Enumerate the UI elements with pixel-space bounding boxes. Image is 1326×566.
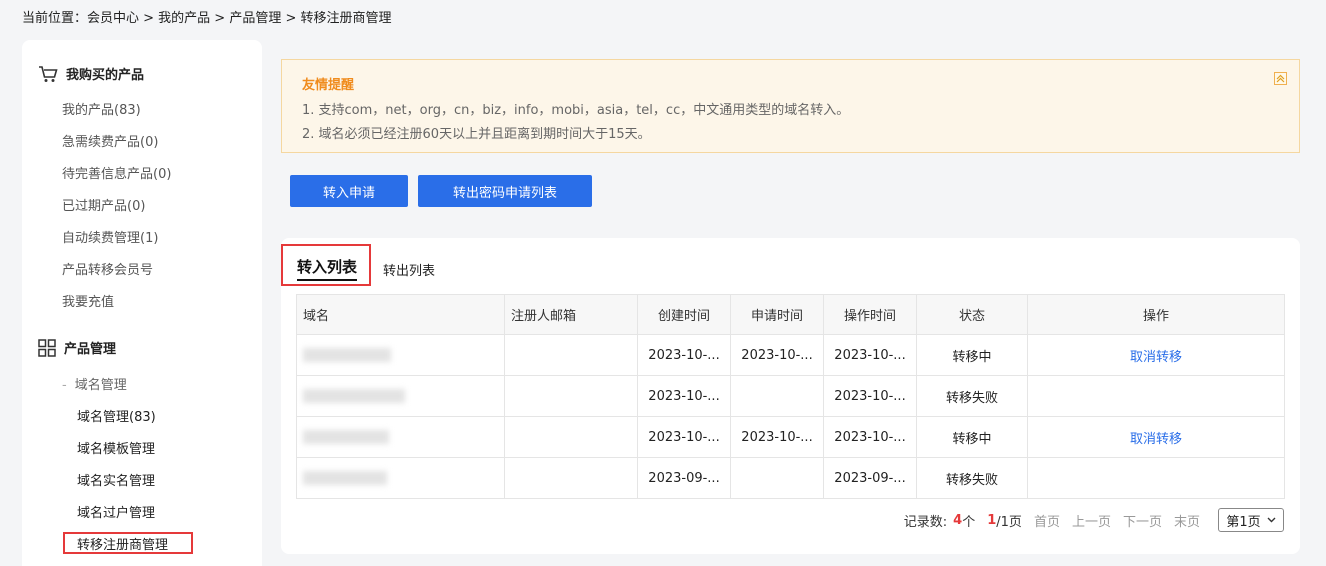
action-cell bbox=[1027, 375, 1285, 417]
notice-line: 2. 域名必须已经注册60天以上并且距离到期时间大于15天。 bbox=[302, 127, 651, 142]
created-cell: 2023-10-... bbox=[637, 416, 731, 458]
tab-transfer-out-list[interactable]: 转出列表 bbox=[383, 260, 435, 279]
col-status: 状态 bbox=[916, 294, 1028, 335]
sidebar-group-product-management: 产品管理 bbox=[38, 338, 116, 357]
table-header-row: 域名 注册人邮箱 创建时间 申请时间 操作时间 状态 操作 bbox=[296, 294, 1285, 335]
table-row: 2023-10-... 2023-10-... 2023-10-... 转移中 … bbox=[296, 334, 1285, 376]
operated-cell: 2023-09-... bbox=[823, 457, 917, 499]
action-cell: 取消转移 bbox=[1027, 334, 1285, 376]
table-row: 2023-09-... 2023-09-... 转移失败 bbox=[296, 457, 1285, 499]
cart-icon bbox=[38, 65, 58, 83]
page-select[interactable]: 第1页 bbox=[1218, 508, 1284, 532]
sidebar-item-expired[interactable]: 已过期产品(0) bbox=[62, 195, 145, 214]
transfer-in-button[interactable]: 转入申请 bbox=[290, 175, 408, 207]
applied-cell bbox=[730, 457, 824, 499]
transfer-table: 域名 注册人邮箱 创建时间 申请时间 操作时间 状态 操作 2023-10-..… bbox=[296, 294, 1285, 499]
sidebar-group-title: 我购买的产品 bbox=[66, 68, 145, 83]
col-operated: 操作时间 bbox=[823, 294, 917, 335]
cancel-transfer-link[interactable]: 取消转移 bbox=[1130, 432, 1182, 447]
sidebar-item-domain-realname[interactable]: 域名实名管理 bbox=[77, 470, 155, 489]
sidebar-item-domain-management[interactable]: 域名管理(83) bbox=[77, 406, 156, 425]
operated-cell: 2023-10-... bbox=[823, 375, 917, 417]
cancel-transfer-link[interactable]: 取消转移 bbox=[1130, 350, 1182, 365]
total-pages: /1页 bbox=[996, 514, 1022, 530]
status-cell: 转移失败 bbox=[916, 457, 1028, 499]
chevron-down-icon bbox=[1267, 517, 1276, 523]
notice-title: 友情提醒 bbox=[302, 78, 355, 93]
prev-page-link[interactable]: 上一页 bbox=[1072, 511, 1111, 530]
created-cell: 2023-10-... bbox=[637, 334, 731, 376]
domain-cell-redacted bbox=[296, 457, 505, 499]
status-cell: 转移失败 bbox=[916, 375, 1028, 417]
domain-cell-redacted bbox=[296, 375, 505, 417]
record-count-label: 记录数: bbox=[903, 514, 948, 530]
first-page-link[interactable]: 首页 bbox=[1034, 511, 1060, 530]
sidebar-item-my-products[interactable]: 我的产品(83) bbox=[62, 99, 141, 118]
status-cell: 转移中 bbox=[916, 416, 1028, 458]
email-cell bbox=[504, 457, 638, 499]
sidebar-group-title: 产品管理 bbox=[64, 342, 117, 357]
status-cell: 转移中 bbox=[916, 334, 1028, 376]
transfer-panel: 转入列表 转出列表 域名 注册人邮箱 创建时间 申请时间 操作时间 状态 操作 … bbox=[281, 238, 1300, 554]
sidebar-subhead-domain[interactable]: - 域名管理 bbox=[62, 374, 127, 393]
applied-cell: 2023-10-... bbox=[730, 416, 824, 458]
applied-cell bbox=[730, 375, 824, 417]
last-page-link[interactable]: 末页 bbox=[1174, 511, 1200, 530]
notice-line: 1. 支持com，net，org，cn，biz，info，mobi，asia，t… bbox=[302, 103, 850, 118]
table-row: 2023-10-... 2023-10-... 转移失败 bbox=[296, 375, 1285, 417]
action-cell bbox=[1027, 457, 1285, 499]
sidebar-item-recharge[interactable]: 我要充值 bbox=[62, 291, 114, 310]
sidebar-item-domain-ownership[interactable]: 域名过户管理 bbox=[77, 502, 155, 521]
operated-cell: 2023-10-... bbox=[823, 334, 917, 376]
pagination: 记录数: 4 个 1 /1页 首页 上一页 下一页 末页 第1页 bbox=[904, 508, 1284, 532]
applied-cell: 2023-10-... bbox=[730, 334, 824, 376]
notice-box: 友情提醒 1. 支持com，net，org，cn，biz，info，mobi，a… bbox=[281, 59, 1300, 153]
sidebar-item-product-transfer[interactable]: 产品转移会员号 bbox=[62, 259, 153, 278]
sidebar-subhead-label: 域名管理 bbox=[74, 378, 127, 393]
action-cell: 取消转移 bbox=[1027, 416, 1285, 458]
col-email: 注册人邮箱 bbox=[504, 294, 638, 335]
sidebar-item-incomplete-info[interactable]: 待完善信息产品(0) bbox=[62, 163, 171, 182]
current-page: 1 bbox=[987, 512, 997, 528]
email-cell bbox=[504, 334, 638, 376]
sidebar-item-urgent-renewal[interactable]: 急需续费产品(0) bbox=[62, 131, 158, 150]
sidebar-item-domain-template[interactable]: 域名模板管理 bbox=[77, 438, 155, 457]
email-cell bbox=[504, 416, 638, 458]
col-created: 创建时间 bbox=[637, 294, 731, 335]
table-row: 2023-10-... 2023-10-... 2023-10-... 转移中 … bbox=[296, 416, 1285, 458]
page-select-value: 第1页 bbox=[1226, 514, 1261, 530]
email-cell bbox=[504, 375, 638, 417]
created-cell: 2023-10-... bbox=[637, 375, 731, 417]
breadcrumb: 当前位置：会员中心 > 我的产品 > 产品管理 > 转移注册商管理 bbox=[22, 11, 392, 26]
domain-cell-redacted bbox=[296, 334, 505, 376]
col-action: 操作 bbox=[1027, 294, 1285, 335]
record-count-unit: 个 bbox=[962, 514, 976, 530]
next-page-link[interactable]: 下一页 bbox=[1123, 511, 1162, 530]
sidebar: 我购买的产品 我的产品(83) 急需续费产品(0) 待完善信息产品(0) 已过期… bbox=[22, 40, 262, 566]
col-applied: 申请时间 bbox=[730, 294, 824, 335]
grid-icon bbox=[38, 338, 56, 357]
collapse-dash-icon: - bbox=[62, 378, 67, 393]
col-domain: 域名 bbox=[296, 294, 505, 335]
record-count: 4 bbox=[953, 512, 963, 528]
collapse-up-icon[interactable] bbox=[1274, 72, 1287, 85]
domain-cell-redacted bbox=[296, 416, 505, 458]
sidebar-item-auto-renew[interactable]: 自动续费管理(1) bbox=[62, 227, 158, 246]
sidebar-active-highlight bbox=[63, 532, 193, 554]
created-cell: 2023-09-... bbox=[637, 457, 731, 499]
sidebar-group-purchased: 我购买的产品 bbox=[38, 64, 144, 83]
tab-transfer-in-list[interactable]: 转入列表 bbox=[297, 256, 358, 281]
operated-cell: 2023-10-... bbox=[823, 416, 917, 458]
transfer-out-list-button[interactable]: 转出密码申请列表 bbox=[418, 175, 592, 207]
